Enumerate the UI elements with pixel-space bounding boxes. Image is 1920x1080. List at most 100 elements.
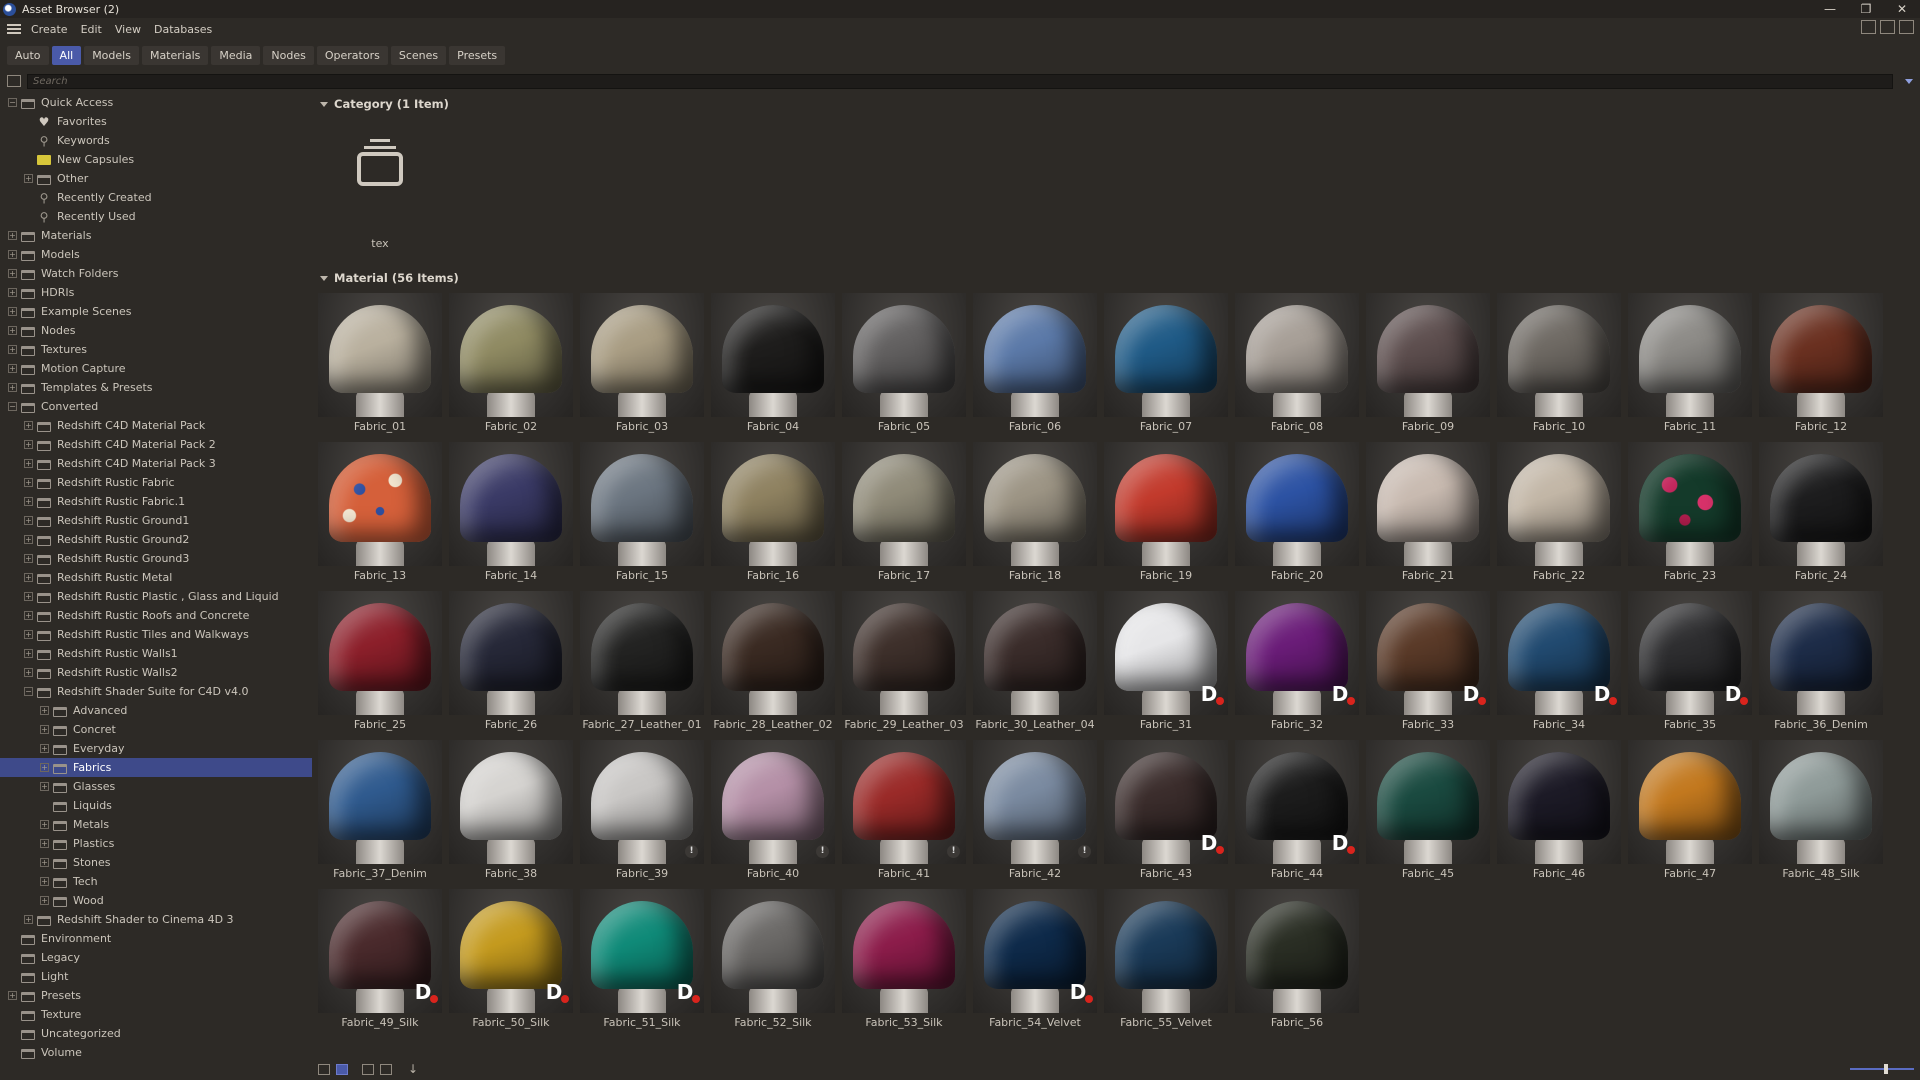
tree-item-advanced[interactable]: + Advanced xyxy=(0,701,312,720)
material-fabric-18[interactable]: Fabric_18 xyxy=(973,442,1097,590)
tab-all[interactable]: All xyxy=(51,46,82,65)
tree-item-legacy[interactable]: Legacy xyxy=(0,948,312,967)
layout-list-icon[interactable] xyxy=(1861,20,1876,34)
tree-item-textures[interactable]: + Textures xyxy=(0,340,312,359)
material-fabric-23[interactable]: Fabric_23 xyxy=(1628,442,1752,590)
expand-icon[interactable]: + xyxy=(8,345,17,354)
tree-item-materials[interactable]: + Materials xyxy=(0,226,312,245)
expand-icon[interactable]: + xyxy=(8,991,17,1000)
material-fabric-34[interactable]: D Fabric_34 xyxy=(1497,591,1621,739)
tree-item-redshift-shader-suite-for-c4d-v4-0[interactable]: − Redshift Shader Suite for C4D v4.0 xyxy=(0,682,312,701)
material-fabric-26[interactable]: Fabric_26 xyxy=(449,591,573,739)
material-fabric-15[interactable]: Fabric_15 xyxy=(580,442,704,590)
expand-icon[interactable]: + xyxy=(40,839,49,848)
collapse-icon[interactable]: − xyxy=(8,402,17,411)
material-fabric-12[interactable]: Fabric_12 xyxy=(1759,293,1883,441)
expand-icon[interactable]: + xyxy=(24,573,33,582)
material-fabric-29-leather-03[interactable]: Fabric_29_Leather_03 xyxy=(842,591,966,739)
tree-item-redshift-rustic-ground3[interactable]: + Redshift Rustic Ground3 xyxy=(0,549,312,568)
menu-create[interactable]: Create xyxy=(31,23,68,36)
tree-item-liquids[interactable]: Liquids xyxy=(0,796,312,815)
search-input[interactable]: Search xyxy=(27,73,1893,89)
material-fabric-39[interactable]: ! Fabric_39 xyxy=(580,740,704,888)
tree-item-redshift-rustic-fabric-1[interactable]: + Redshift Rustic Fabric.1 xyxy=(0,492,312,511)
tree-item-recently-used[interactable]: ⚲ Recently Used xyxy=(0,207,312,226)
layout-panel-icon[interactable] xyxy=(1880,20,1895,34)
expand-icon[interactable]: + xyxy=(24,459,33,468)
material-fabric-32[interactable]: D Fabric_32 xyxy=(1235,591,1359,739)
tree-item-hdris[interactable]: + HDRIs xyxy=(0,283,312,302)
material-fabric-31[interactable]: D Fabric_31 xyxy=(1104,591,1228,739)
list-view-icon[interactable] xyxy=(318,1063,330,1075)
material-fabric-51-silk[interactable]: D Fabric_51_Silk xyxy=(580,889,704,1037)
expand-icon[interactable]: + xyxy=(8,269,17,278)
material-fabric-33[interactable]: D Fabric_33 xyxy=(1366,591,1490,739)
tab-auto[interactable]: Auto xyxy=(7,46,49,65)
material-fabric-25[interactable]: Fabric_25 xyxy=(318,591,442,739)
tab-presets[interactable]: Presets xyxy=(449,46,506,65)
expand-icon[interactable]: + xyxy=(24,915,33,924)
expand-icon[interactable]: + xyxy=(24,478,33,487)
expand-icon[interactable]: + xyxy=(24,592,33,601)
material-fabric-16[interactable]: Fabric_16 xyxy=(711,442,835,590)
tree-item-fabrics[interactable]: + Fabrics xyxy=(0,758,312,777)
restore-icon[interactable]: ❐ xyxy=(1848,0,1884,18)
expand-icon[interactable]: + xyxy=(24,174,33,183)
expand-icon[interactable]: + xyxy=(40,820,49,829)
expand-icon[interactable]: + xyxy=(40,706,49,715)
tree-item-redshift-rustic-walls1[interactable]: + Redshift Rustic Walls1 xyxy=(0,644,312,663)
tree-item-other[interactable]: + Other xyxy=(0,169,312,188)
tree-item-motion-capture[interactable]: + Motion Capture xyxy=(0,359,312,378)
material-fabric-41[interactable]: ! Fabric_41 xyxy=(842,740,966,888)
tab-materials[interactable]: Materials xyxy=(141,46,209,65)
tree-item-redshift-rustic-fabric[interactable]: + Redshift Rustic Fabric xyxy=(0,473,312,492)
material-fabric-27-leather-01[interactable]: Fabric_27_Leather_01 xyxy=(580,591,704,739)
material-fabric-42[interactable]: ! Fabric_42 xyxy=(973,740,1097,888)
expand-icon[interactable]: + xyxy=(24,497,33,506)
tree-item-redshift-rustic-ground2[interactable]: + Redshift Rustic Ground2 xyxy=(0,530,312,549)
thumbnail-zoom-slider[interactable] xyxy=(1850,1064,1914,1074)
material-fabric-48-silk[interactable]: Fabric_48_Silk xyxy=(1759,740,1883,888)
tree-item-stones[interactable]: + Stones xyxy=(0,853,312,872)
collapse-triangle-icon[interactable] xyxy=(320,275,328,281)
search-dropdown-icon[interactable] xyxy=(1905,78,1913,84)
material-fabric-37-denim[interactable]: Fabric_37_Denim xyxy=(318,740,442,888)
material-fabric-44[interactable]: D Fabric_44 xyxy=(1235,740,1359,888)
material-fabric-46[interactable]: Fabric_46 xyxy=(1497,740,1621,888)
tree-item-everyday[interactable]: + Everyday xyxy=(0,739,312,758)
tree-item-redshift-c4d-material-pack-3[interactable]: + Redshift C4D Material Pack 3 xyxy=(0,454,312,473)
material-fabric-21[interactable]: Fabric_21 xyxy=(1366,442,1490,590)
material-fabric-17[interactable]: Fabric_17 xyxy=(842,442,966,590)
tree-item-metals[interactable]: + Metals xyxy=(0,815,312,834)
tab-models[interactable]: Models xyxy=(84,46,139,65)
expand-icon[interactable]: + xyxy=(8,326,17,335)
menu-view[interactable]: View xyxy=(115,23,141,36)
tree-item-redshift-rustic-ground1[interactable]: + Redshift Rustic Ground1 xyxy=(0,511,312,530)
material-fabric-01[interactable]: Fabric_01 xyxy=(318,293,442,441)
lock-icon[interactable] xyxy=(7,75,21,87)
expand-icon[interactable]: + xyxy=(24,535,33,544)
tree-item-redshift-c4d-material-pack[interactable]: + Redshift C4D Material Pack xyxy=(0,416,312,435)
material-fabric-06[interactable]: Fabric_06 xyxy=(973,293,1097,441)
material-section-header[interactable]: Material (56 Items) xyxy=(318,269,459,287)
tree-item-redshift-rustic-roofs-and-concrete[interactable]: + Redshift Rustic Roofs and Concrete xyxy=(0,606,312,625)
menu-edit[interactable]: Edit xyxy=(81,23,102,36)
tree-item-converted[interactable]: − Converted xyxy=(0,397,312,416)
expand-icon[interactable]: + xyxy=(40,782,49,791)
tree-item-uncategorized[interactable]: Uncategorized xyxy=(0,1024,312,1043)
expand-icon[interactable]: + xyxy=(8,250,17,259)
menu-databases[interactable]: Databases xyxy=(154,23,212,36)
tree-item-redshift-rustic-tiles-and-walkways[interactable]: + Redshift Rustic Tiles and Walkways xyxy=(0,625,312,644)
material-fabric-05[interactable]: Fabric_05 xyxy=(842,293,966,441)
material-fabric-54-velvet[interactable]: D Fabric_54_Velvet xyxy=(973,889,1097,1037)
tree-item-redshift-rustic-walls2[interactable]: + Redshift Rustic Walls2 xyxy=(0,663,312,682)
material-fabric-50-silk[interactable]: D Fabric_50_Silk xyxy=(449,889,573,1037)
tree-item-concret[interactable]: + Concret xyxy=(0,720,312,739)
tree-item-wood[interactable]: + Wood xyxy=(0,891,312,910)
tree-item-redshift-rustic-plastic-glass-and-liquid[interactable]: + Redshift Rustic Plastic , Glass and Liq… xyxy=(0,587,312,606)
material-fabric-04[interactable]: Fabric_04 xyxy=(711,293,835,441)
material-fabric-56[interactable]: Fabric_56 xyxy=(1235,889,1359,1037)
material-fabric-30-leather-04[interactable]: Fabric_30_Leather_04 xyxy=(973,591,1097,739)
tree-item-keywords[interactable]: ⚲ Keywords xyxy=(0,131,312,150)
tree-item-watch-folders[interactable]: + Watch Folders xyxy=(0,264,312,283)
